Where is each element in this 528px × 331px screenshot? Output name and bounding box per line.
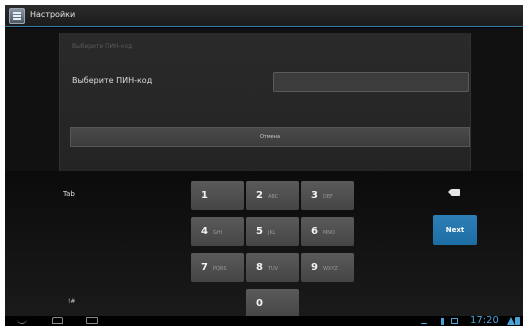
pin-dialog: Выберите ПИН-код Выберите ПИН-код Отмена xyxy=(59,33,471,171)
key-digit: 3 xyxy=(311,190,318,201)
key-digit: 2 xyxy=(256,190,263,201)
numeric-keyboard: Tab 1 2 ABC 3 DEF 4 GHI 5 JKL 6 MNO 7 PQ… xyxy=(5,171,523,318)
key-0[interactable]: 0 xyxy=(246,289,299,318)
key-5[interactable]: 5 JKL xyxy=(246,217,299,246)
usb-icon xyxy=(421,318,427,324)
key-3[interactable]: 3 DEF xyxy=(301,181,354,210)
clock[interactable]: 17:20 xyxy=(470,315,499,326)
key-9[interactable]: 9 WXYZ xyxy=(301,253,354,282)
key-letters: GHI xyxy=(212,229,223,236)
usb-debug-icon xyxy=(441,318,444,325)
home-icon[interactable] xyxy=(52,317,63,324)
tab-key[interactable]: Tab xyxy=(63,190,75,198)
pin-label: Выберите ПИН-код xyxy=(72,76,153,85)
key-8[interactable]: 8 TUV xyxy=(246,253,299,282)
key-6[interactable]: 6 MNO xyxy=(301,217,354,246)
key-letters: DEF xyxy=(322,193,333,200)
screenshot-icon xyxy=(451,318,458,324)
key-letters: JKL xyxy=(267,229,276,236)
battery-icon xyxy=(515,317,520,325)
key-letters: MNO xyxy=(322,229,335,236)
key-letters: ABC xyxy=(267,193,279,200)
pin-input[interactable] xyxy=(273,72,469,92)
key-1[interactable]: 1 xyxy=(191,181,244,210)
key-letters: TUV xyxy=(267,265,279,272)
key-digit: 1 xyxy=(201,190,208,201)
key-digit: 9 xyxy=(311,262,318,273)
key-digit: 7 xyxy=(201,262,208,273)
action-bar: Настройки xyxy=(5,5,523,27)
key-7[interactable]: 7 PQRS xyxy=(191,253,244,282)
key-letters: WXYZ xyxy=(322,265,338,272)
next-key[interactable]: Next xyxy=(433,215,477,245)
key-digit: 5 xyxy=(256,226,263,237)
system-bar: 17:20 xyxy=(5,315,523,326)
cancel-button[interactable]: Отмена xyxy=(70,127,470,147)
wifi-icon xyxy=(507,317,515,325)
key-digit: 4 xyxy=(201,226,208,237)
settings-icon[interactable] xyxy=(9,8,25,24)
key-digit: 6 xyxy=(311,226,318,237)
key-2[interactable]: 2 ABC xyxy=(246,181,299,210)
key-digit: 8 xyxy=(256,262,263,273)
symbols-key[interactable]: !# xyxy=(68,298,75,305)
recent-apps-icon[interactable] xyxy=(86,317,98,324)
key-4[interactable]: 4 GHI xyxy=(191,217,244,246)
key-digit: 0 xyxy=(256,298,263,309)
actionbar-title: Настройки xyxy=(30,10,76,19)
key-letters: PQRS xyxy=(212,265,227,272)
tablet-screen: Настройки Выберите ПИН-код Выберите ПИН-… xyxy=(5,5,523,326)
backspace-key[interactable] xyxy=(448,188,460,196)
dialog-header: Выберите ПИН-код xyxy=(72,43,133,50)
backspace-icon xyxy=(448,188,460,196)
back-icon[interactable] xyxy=(17,318,27,324)
